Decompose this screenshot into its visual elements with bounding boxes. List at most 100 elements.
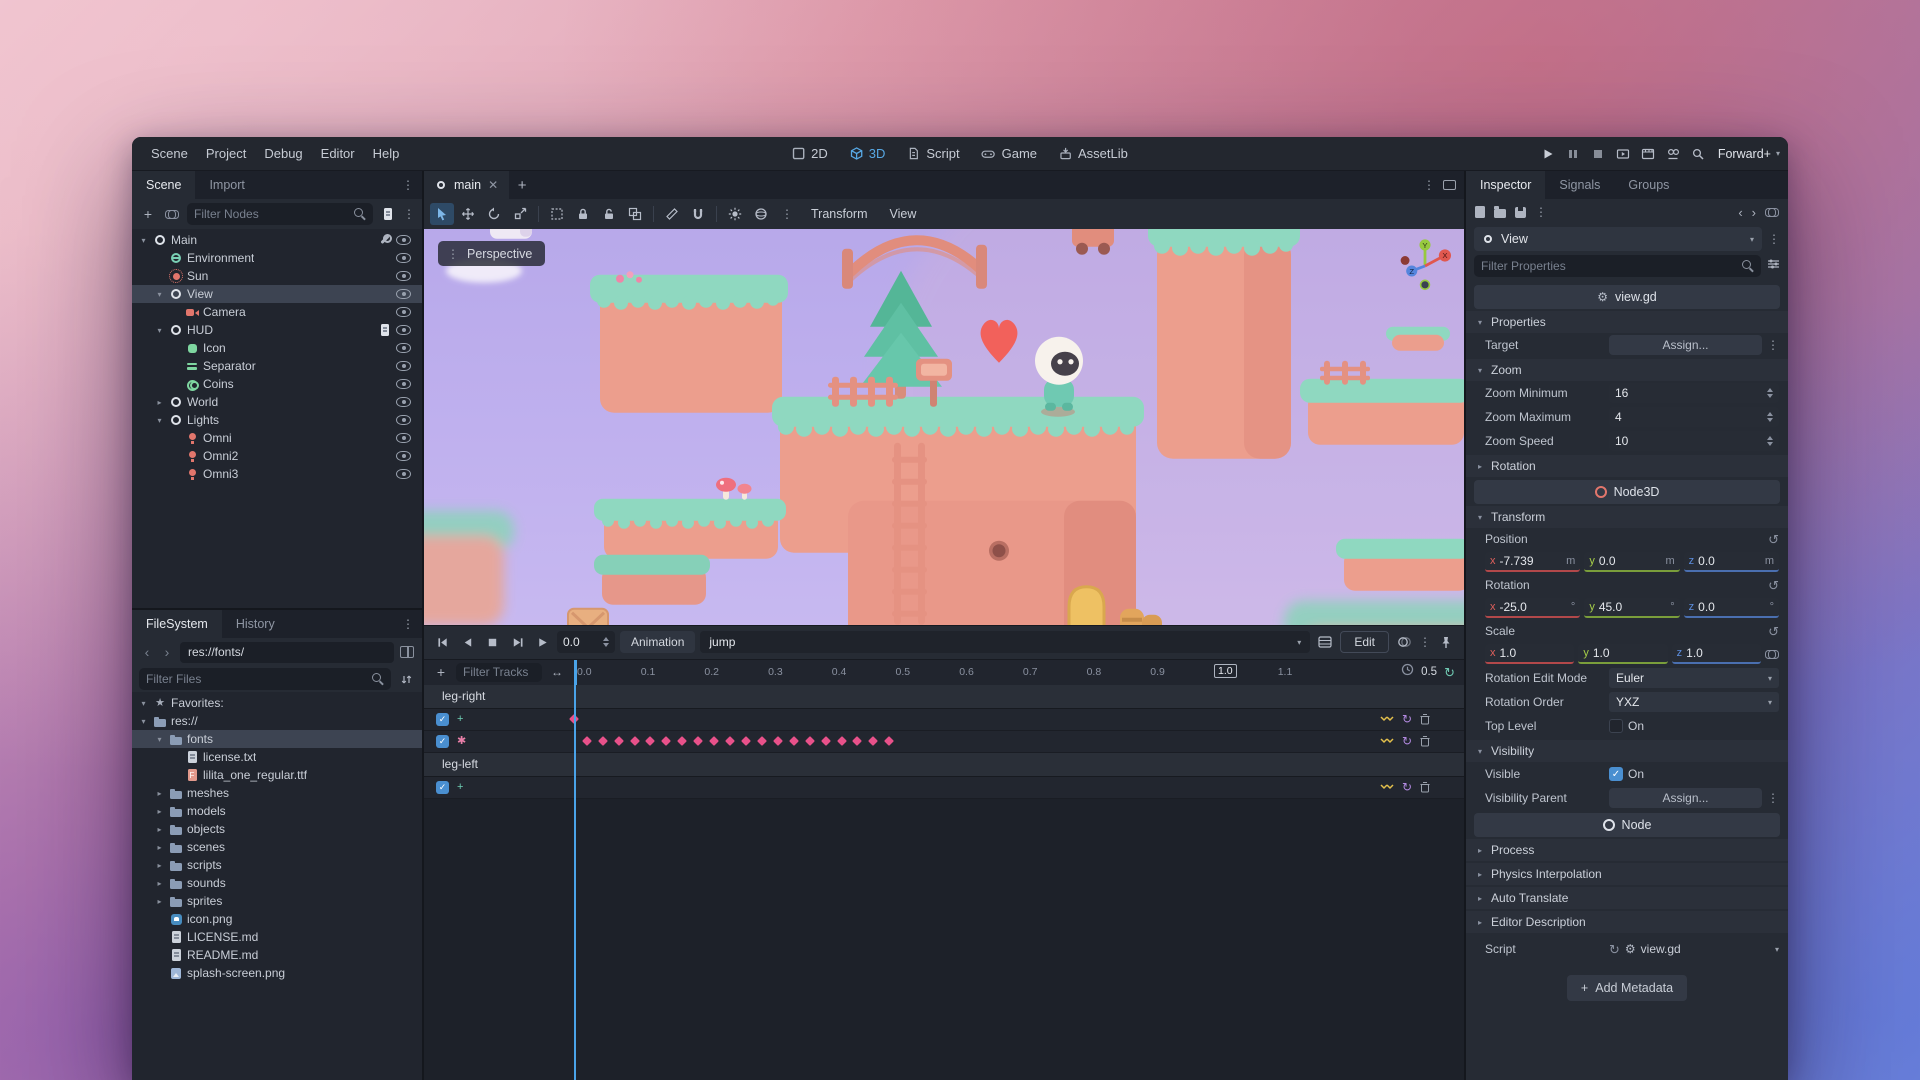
link-docs-icon[interactable] bbox=[1765, 208, 1779, 216]
play-custom-scene-button[interactable] bbox=[1639, 145, 1657, 163]
scene-tabs-menu-icon[interactable]: ⋮ bbox=[1423, 179, 1435, 191]
visibility-eye-icon[interactable] bbox=[396, 361, 411, 371]
play-scene-button[interactable] bbox=[1614, 145, 1632, 163]
spinner-icon[interactable] bbox=[1767, 412, 1773, 422]
rotation-z-field[interactable]: z0.0° bbox=[1684, 598, 1779, 618]
loop-mode-icon[interactable]: ↻ bbox=[1402, 781, 1412, 793]
filesystem-tree-item[interactable]: ▸sprites bbox=[132, 892, 422, 910]
node-selector-dropdown[interactable]: View ▾ bbox=[1474, 227, 1762, 251]
tab-signals[interactable]: Signals bbox=[1545, 171, 1614, 199]
delete-track-icon[interactable] bbox=[1420, 713, 1430, 725]
expander-icon[interactable]: ▸ bbox=[154, 825, 165, 834]
keyframe-diamond[interactable] bbox=[773, 736, 783, 746]
switch-assetlib[interactable]: AssetLib bbox=[1050, 142, 1137, 166]
anim-skip-start-button[interactable] bbox=[432, 632, 452, 652]
target-assign-button[interactable]: Assign... bbox=[1609, 335, 1762, 355]
expander-icon[interactable]: ▸ bbox=[154, 897, 165, 906]
perspective-menu[interactable]: ⋮ Perspective bbox=[438, 241, 545, 266]
new-resource-icon[interactable] bbox=[1475, 206, 1485, 218]
section-auto-translate[interactable]: ▸Auto Translate bbox=[1466, 887, 1788, 909]
snap-toggle-button[interactable] bbox=[686, 203, 710, 225]
load-resource-icon[interactable] bbox=[1494, 209, 1506, 218]
filesystem-tree-item[interactable]: LICENSE.md bbox=[132, 928, 422, 946]
switch-script[interactable]: Script bbox=[898, 142, 968, 166]
tab-groups[interactable]: Groups bbox=[1614, 171, 1683, 199]
remote-debug-button[interactable] bbox=[1689, 145, 1707, 163]
renderer-dropdown[interactable]: Forward+▾ bbox=[1714, 147, 1780, 161]
keyframe-diamond[interactable] bbox=[614, 736, 624, 746]
wrap-mode-icon[interactable] bbox=[1380, 714, 1394, 724]
tab-filesystem[interactable]: FileSystem bbox=[132, 610, 222, 638]
visible-checkbox[interactable]: ✓ bbox=[1609, 767, 1623, 781]
tab-history[interactable]: History bbox=[222, 610, 289, 638]
anim-edit-button[interactable]: Edit bbox=[1340, 631, 1389, 653]
scene-tree-item[interactable]: Camera bbox=[132, 303, 422, 321]
select-mode-button[interactable] bbox=[430, 203, 454, 225]
script-icon[interactable] bbox=[378, 323, 392, 337]
filter-properties-input[interactable]: Filter Properties bbox=[1474, 255, 1761, 277]
animation-track-row[interactable]: ✓+↻ bbox=[424, 777, 1464, 799]
visibility-eye-icon[interactable] bbox=[396, 343, 411, 353]
save-resource-icon[interactable] bbox=[1515, 207, 1526, 218]
menu-project[interactable]: Project bbox=[197, 137, 255, 170]
visibility-eye-icon[interactable] bbox=[396, 325, 411, 335]
sun-settings-button[interactable] bbox=[723, 203, 747, 225]
filter-tracks-input[interactable]: Filter Tracks bbox=[456, 663, 542, 682]
filesystem-tree-item[interactable]: ▸sounds bbox=[132, 874, 422, 892]
scene-tree-item[interactable]: ▾Lights bbox=[132, 411, 422, 429]
filesystem-tree-item[interactable]: ▾res:// bbox=[132, 712, 422, 730]
rotate-mode-button[interactable] bbox=[482, 203, 506, 225]
anim-stop-button[interactable] bbox=[482, 632, 502, 652]
node3d-banner[interactable]: Node3D bbox=[1474, 480, 1780, 504]
instance-scene-button[interactable] bbox=[163, 204, 181, 224]
scene-tree-item[interactable]: Coins bbox=[132, 375, 422, 393]
scene-tree-item[interactable]: Sun bbox=[132, 267, 422, 285]
expander-icon[interactable]: ▾ bbox=[138, 236, 149, 245]
section-properties[interactable]: ▾Properties bbox=[1466, 311, 1788, 333]
rotation-order-dropdown[interactable]: YXZ▾ bbox=[1609, 692, 1779, 712]
filesystem-tree-item[interactable]: ▾fonts bbox=[132, 730, 422, 748]
keyframe-diamond[interactable] bbox=[884, 736, 894, 746]
tab-inspector[interactable]: Inspector bbox=[1466, 171, 1545, 199]
keyframe-diamond[interactable] bbox=[645, 736, 655, 746]
select-region-button[interactable] bbox=[545, 203, 569, 225]
loop-mode-icon[interactable]: ↻ bbox=[1402, 735, 1412, 747]
add-node-button[interactable]: + bbox=[139, 204, 157, 224]
loop-mode-icon[interactable]: ↻ bbox=[1402, 713, 1412, 725]
attach-script-button[interactable] bbox=[379, 204, 397, 224]
expander-icon[interactable]: ▸ bbox=[154, 789, 165, 798]
position-x-field[interactable]: x-7.739m bbox=[1485, 552, 1580, 572]
switch-2d[interactable]: 2D bbox=[783, 142, 837, 166]
scene-tab-main[interactable]: main ✕ bbox=[424, 171, 509, 199]
section-editor-description[interactable]: ▸Editor Description bbox=[1466, 911, 1788, 933]
animation-track-row[interactable]: ✓✱↻ bbox=[424, 731, 1464, 753]
animation-clip-dropdown[interactable]: jump▾ bbox=[700, 631, 1310, 653]
onion-skinning-icon[interactable] bbox=[1394, 632, 1414, 652]
keyframe-diamond[interactable] bbox=[693, 736, 703, 746]
keyframe-diamond[interactable] bbox=[853, 736, 863, 746]
ruler-button[interactable] bbox=[660, 203, 684, 225]
anim-menu-icon[interactable]: ⋮ bbox=[1419, 636, 1431, 648]
expander-icon[interactable]: ▸ bbox=[154, 398, 165, 407]
revert-icon[interactable]: ↺ bbox=[1768, 579, 1779, 592]
scene-tree-item[interactable]: ▾Main bbox=[132, 231, 422, 249]
expander-icon[interactable]: ▾ bbox=[154, 326, 165, 335]
section-zoom[interactable]: ▾Zoom bbox=[1466, 359, 1788, 381]
visibility-eye-icon[interactable] bbox=[396, 307, 411, 317]
keyframe-diamond[interactable] bbox=[837, 736, 847, 746]
scene-tree-item[interactable]: Separator bbox=[132, 357, 422, 375]
keyframe-diamond[interactable] bbox=[582, 736, 592, 746]
animation-timeline-ruler[interactable]: 0.00.10.20.30.40.50.60.70.80.91.01.1 + F… bbox=[424, 659, 1464, 685]
delete-track-icon[interactable] bbox=[1420, 735, 1430, 747]
switch-3d[interactable]: 3D bbox=[841, 142, 895, 166]
loop-icon[interactable]: ↻ bbox=[1444, 666, 1455, 679]
movie-maker-button[interactable] bbox=[1664, 145, 1682, 163]
property-tools-icon[interactable] bbox=[1767, 257, 1780, 275]
dock-menu-icon[interactable]: ⋮ bbox=[402, 179, 414, 191]
lock-button[interactable] bbox=[571, 203, 595, 225]
anim-play-backwards-button[interactable] bbox=[457, 632, 477, 652]
delete-track-icon[interactable] bbox=[1420, 781, 1430, 793]
track-group-header[interactable]: leg-right bbox=[424, 685, 1464, 709]
animation-track-row[interactable]: ✓+↻ bbox=[424, 709, 1464, 731]
keyframe-diamond[interactable] bbox=[725, 736, 735, 746]
